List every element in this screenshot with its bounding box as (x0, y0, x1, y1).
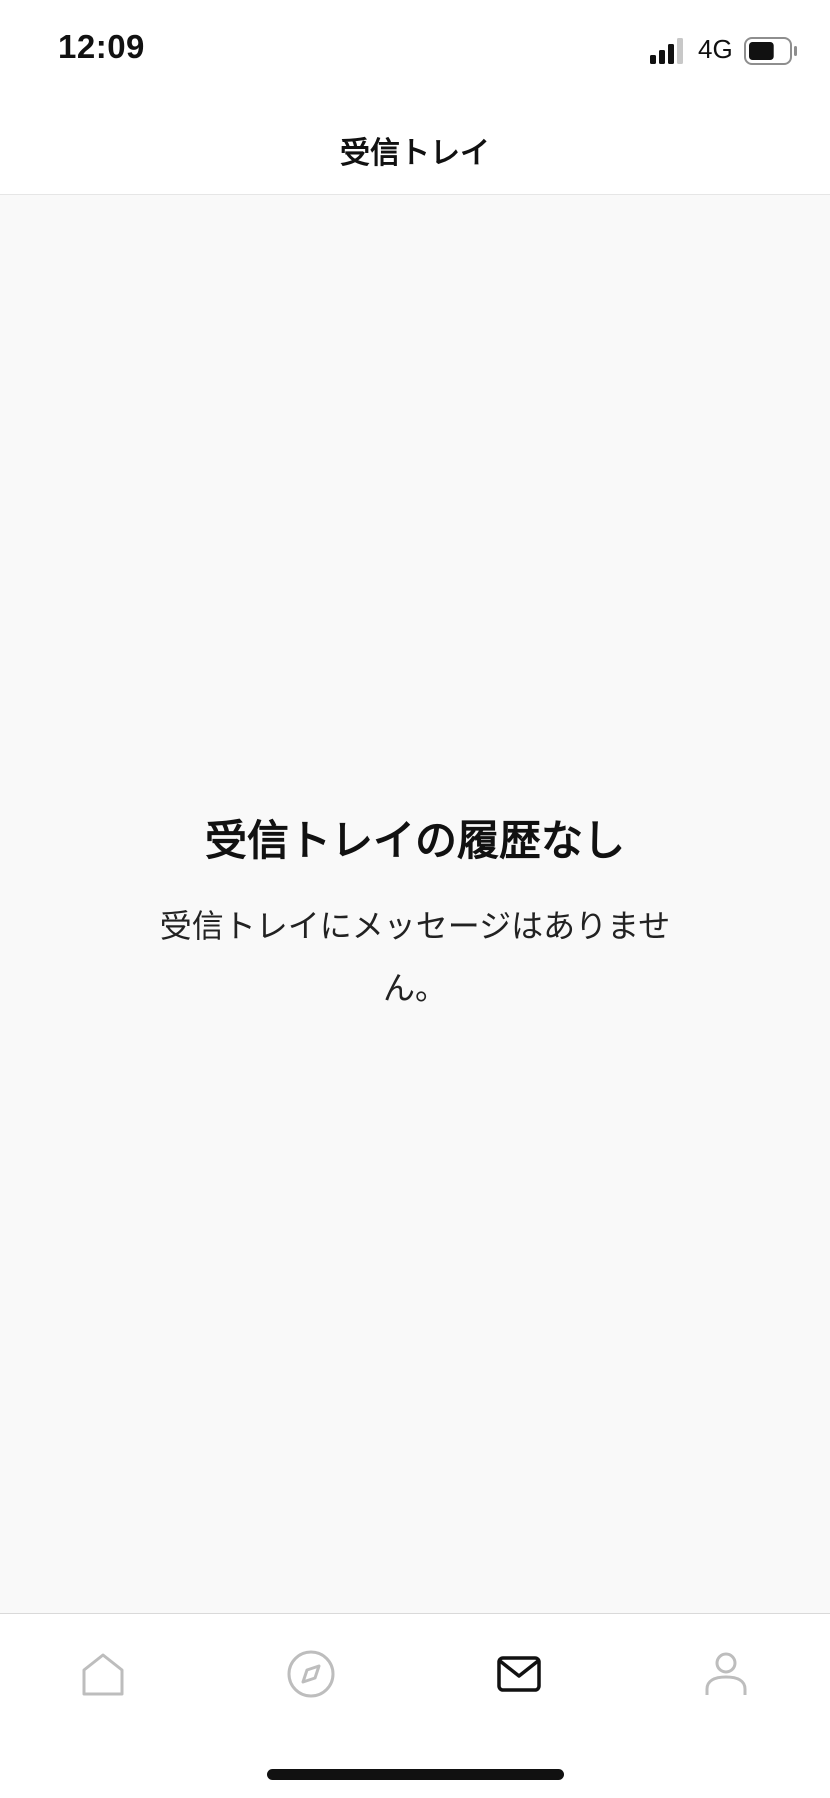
page-title: 受信トレイ (340, 136, 490, 171)
status-bar: 12:09 4G (0, 0, 830, 100)
inbox-content: 受信トレイの履歴なし 受信トレイにメッセージはありません。 (0, 195, 830, 1613)
tab-bar (0, 1613, 830, 1798)
mail-icon (497, 1656, 541, 1692)
status-time: 12:09 (58, 28, 145, 65)
profile-icon (705, 1652, 747, 1695)
home-icon (82, 1653, 124, 1696)
compass-icon (287, 1650, 335, 1698)
tab-inbox[interactable] (489, 1644, 549, 1704)
battery-icon (744, 37, 797, 65)
tab-profile[interactable] (696, 1644, 756, 1704)
empty-state-title: 受信トレイの履歴なし (204, 816, 625, 865)
tab-home[interactable] (73, 1644, 133, 1704)
home-indicator[interactable] (267, 1769, 564, 1780)
tab-explore[interactable] (281, 1644, 341, 1704)
network-label: 4G (698, 34, 733, 64)
signal-bars-icon (650, 38, 683, 64)
nav-bar: 受信トレイ (0, 100, 830, 195)
empty-state-message: 受信トレイにメッセージはありません。 (159, 907, 671, 1007)
